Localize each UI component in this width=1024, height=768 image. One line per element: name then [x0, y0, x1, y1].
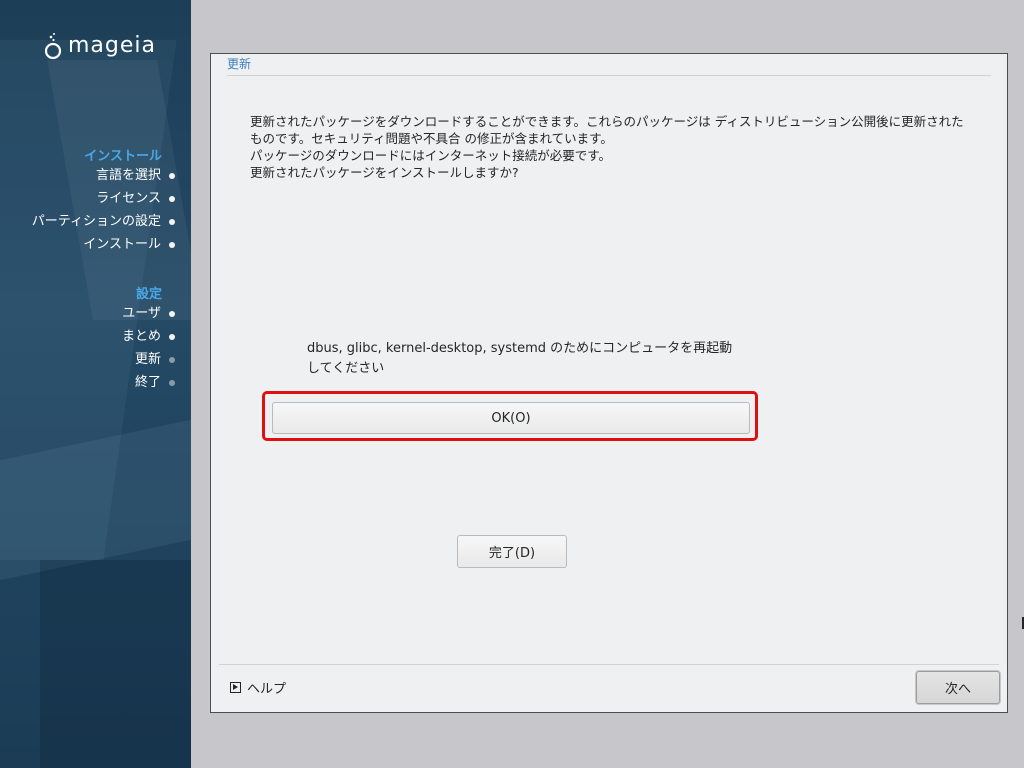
step-done-bullet — [169, 242, 175, 248]
sidebar-item-language: 言語を選択 — [95, 168, 175, 184]
sidebar-item-label: 更新 — [134, 352, 161, 367]
sidebar-item-finish: 終了 — [134, 375, 175, 391]
sidebar-item-label: インストール — [83, 237, 161, 252]
ok-button[interactable]: OK(O) — [272, 402, 750, 434]
mageia-logo-icon — [44, 33, 62, 60]
sidebar-item-label: 言語を選択 — [95, 168, 161, 183]
step-done-bullet — [169, 334, 175, 340]
help-button[interactable]: ヘルプ — [230, 678, 286, 697]
logo-wordmark: mageia — [68, 33, 157, 58]
reboot-notice: dbus, glibc, kernel-desktop, systemd のため… — [307, 339, 732, 379]
updates-message: 更新されたパッケージをダウンロードすることができます。これらのパッケージは ディ… — [250, 113, 1000, 181]
sidebar-item-partitioning: パーティションの設定 — [31, 214, 175, 230]
step-done-bullet — [169, 196, 175, 202]
sidebar-item-label: ライセンス — [96, 191, 161, 206]
sidebar-item-installation: インストール — [83, 237, 175, 253]
sidebar-decoration — [40, 560, 191, 768]
message-line: パッケージのダウンロードにはインターネット接続が必要です。 — [250, 148, 612, 163]
message-line: 更新されたパッケージをダウンロードすることができます。これらのパッケージは ディ… — [250, 114, 964, 129]
step-done-bullet — [169, 219, 175, 225]
sidebar-item-label: 終了 — [134, 375, 161, 390]
sidebar-item-label: まとめ — [121, 329, 161, 344]
updates-dialog: 更新 更新されたパッケージをダウンロードすることができます。これらのパッケージは… — [210, 53, 1008, 713]
step-done-bullet — [169, 311, 175, 317]
expand-arrow-icon — [230, 682, 241, 693]
sidebar-item-label: ユーザ — [122, 306, 161, 321]
reboot-notice-line: してください — [307, 361, 385, 376]
sidebar-item-summary: まとめ — [121, 329, 175, 345]
help-label: ヘルプ — [247, 682, 287, 697]
done-button[interactable]: 完了(D) — [457, 535, 567, 568]
step-pending-bullet — [169, 380, 175, 386]
sidebar-item-users: ユーザ — [122, 306, 175, 322]
sidebar-section-config-heading: 設定 — [135, 287, 162, 302]
sidebar-item-license: ライセンス — [96, 191, 175, 207]
reboot-notice-line: dbus, glibc, kernel-desktop, systemd のため… — [307, 341, 733, 356]
next-button[interactable]: 次へ — [916, 671, 1000, 704]
mageia-logo: mageia — [42, 30, 156, 62]
installer-sidebar: mageia インストール 言語を選択 ライセンス パーティションの設定 インス… — [0, 0, 191, 768]
message-line: 更新されたパッケージをインストールしますか? — [250, 165, 519, 180]
sidebar-item-updates: 更新 — [134, 352, 175, 368]
sidebar-item-label: パーティションの設定 — [31, 214, 161, 229]
title-divider — [227, 75, 991, 76]
step-done-bullet — [169, 173, 175, 179]
sidebar-section-install-heading: インストール — [84, 149, 162, 164]
step-pending-bullet — [169, 357, 175, 363]
message-line: ものです。セキュリティ問題や不具合 の修正が含まれています。 — [250, 131, 613, 146]
footer-divider — [219, 664, 999, 665]
dialog-title: 更新 — [227, 57, 252, 71]
